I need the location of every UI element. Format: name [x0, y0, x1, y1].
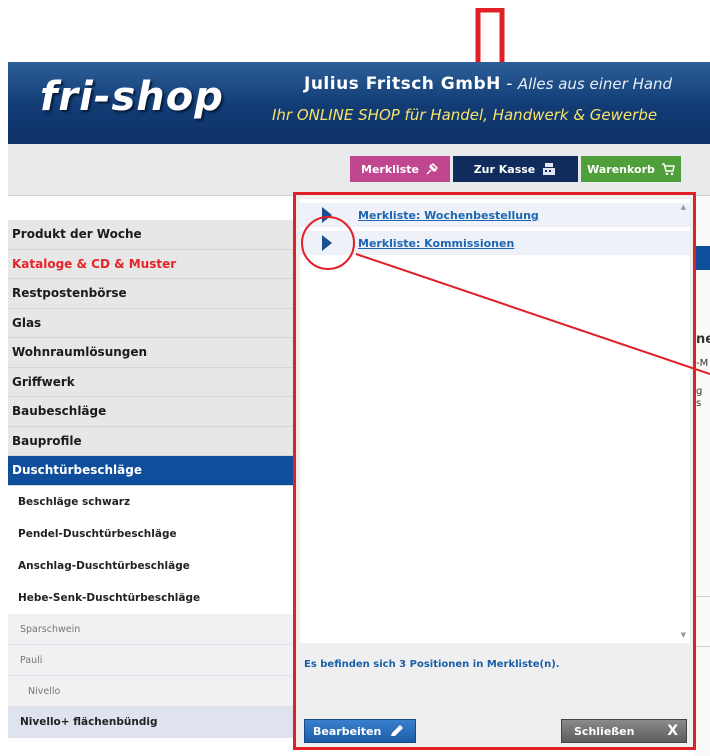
close-label: Schließen: [574, 724, 635, 738]
sidebar-spacer: [8, 196, 293, 220]
cash-register-icon: [543, 163, 556, 175]
category-kataloge[interactable]: Kataloge & CD & Muster: [8, 249, 293, 279]
close-icon: X: [667, 723, 678, 739]
cart-icon: [661, 163, 675, 176]
category-restpostenboerse[interactable]: Restpostenbörse: [8, 279, 293, 309]
content-fragment-b: -M: [696, 358, 709, 369]
close-button[interactable]: Schließen X: [561, 719, 687, 743]
list-item[interactable]: Merkliste: Kommissionen: [300, 231, 690, 255]
scroll-down-icon[interactable]: ▼: [681, 631, 686, 639]
pin-icon: [426, 163, 438, 175]
warenkorb-button[interactable]: Warenkorb: [581, 156, 681, 182]
category-glas[interactable]: Glas: [8, 308, 293, 338]
subcategory-hebe-senk[interactable]: Hebe-Senk-Duschtürbeschläge: [8, 581, 293, 614]
merkliste-list[interactable]: Merkliste: Wochenbestellung Merkliste: K…: [300, 199, 690, 643]
content-fragment-c: g: [696, 386, 703, 397]
product-pauli[interactable]: Pauli: [8, 644, 293, 676]
category-produkt-der-woche[interactable]: Produkt der Woche: [8, 220, 293, 250]
expand-triangle-icon[interactable]: [322, 207, 332, 223]
scroll-up-icon[interactable]: ▲: [681, 203, 686, 211]
merkliste-button[interactable]: Merkliste: [350, 156, 450, 182]
merkliste-label: Merkliste: [361, 162, 419, 176]
company-name: Julius Fritsch GmbH: [304, 74, 501, 94]
subcategory-anschlag[interactable]: Anschlag-Duschtürbeschläge: [8, 549, 293, 582]
merkliste-popup: Merkliste: Wochenbestellung Merkliste: K…: [293, 192, 696, 750]
content-fragment-d: s: [696, 398, 702, 409]
shop-slogan: Ihr ONLINE SHOP für Handel, Handwerk & G…: [272, 106, 658, 124]
company-tagline: Alles aus einer Hand: [517, 75, 673, 93]
subcategory-beschlaege-schwarz[interactable]: Beschläge schwarz: [8, 485, 293, 518]
site-header: fri-shop Julius Fritsch GmbH - Alles aus…: [8, 62, 710, 144]
content-divider: [694, 596, 710, 597]
product-nivello[interactable]: Nivello: [8, 675, 293, 707]
list-link[interactable]: Merkliste: Wochenbestellung: [358, 209, 539, 222]
merkliste-status: Es befinden sich 3 Positionen in Merklis…: [304, 659, 560, 670]
warenkorb-label: Warenkorb: [587, 162, 655, 176]
list-item[interactable]: Merkliste: Wochenbestellung: [300, 203, 690, 227]
page-content-edge: ne -M g s: [694, 196, 710, 756]
subcategory-pendel[interactable]: Pendel-Duschtürbeschläge: [8, 517, 293, 550]
category-griffwerk[interactable]: Griffwerk: [8, 367, 293, 397]
company-line: Julius Fritsch GmbH - Alles aus einer Ha…: [304, 74, 672, 94]
site-logo[interactable]: fri-shop: [40, 74, 224, 120]
edit-label: Bearbeiten: [313, 724, 382, 738]
content-divider: [694, 646, 710, 647]
nav-strip: Merkliste Zur Kasse Warenkorb: [8, 144, 710, 196]
edit-button[interactable]: Bearbeiten: [304, 719, 416, 743]
category-bauprofile[interactable]: Bauprofile: [8, 426, 293, 456]
list-link[interactable]: Merkliste: Kommissionen: [358, 237, 514, 250]
company-separator: -: [500, 74, 518, 94]
category-duschtuerbeschlaege[interactable]: Duschtürbeschläge: [8, 456, 293, 486]
category-sidebar: Produkt der Woche Kataloge & CD & Muster…: [8, 196, 293, 756]
pencil-icon: [391, 725, 404, 736]
expand-triangle-icon[interactable]: [322, 235, 332, 251]
product-nivello-plus[interactable]: Nivello+ flächenbündig: [8, 706, 293, 738]
content-tab-fragment: [694, 246, 710, 270]
category-baubeschlaege[interactable]: Baubeschläge: [8, 397, 293, 427]
product-sparschwein[interactable]: Sparschwein: [8, 613, 293, 645]
zur-kasse-button[interactable]: Zur Kasse: [453, 156, 578, 182]
category-wohnraumloesungen[interactable]: Wohnraumlösungen: [8, 338, 293, 368]
kasse-label: Zur Kasse: [473, 162, 536, 176]
content-fragment-a: ne: [696, 332, 710, 347]
